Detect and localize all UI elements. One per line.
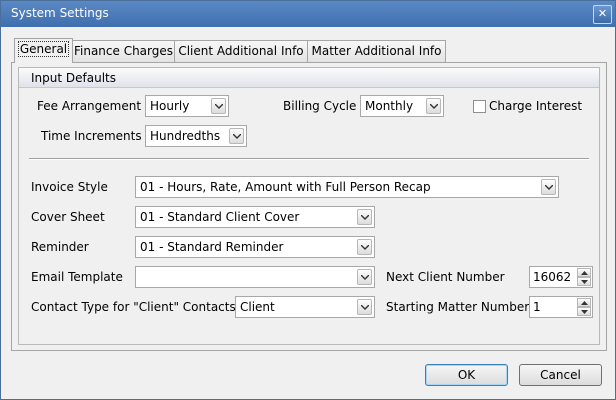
next-client-number-spinner[interactable]: 16062 bbox=[529, 266, 593, 288]
chevron-down-icon[interactable] bbox=[357, 209, 372, 225]
spin-up-icon[interactable] bbox=[577, 298, 591, 307]
system-settings-window: System Settings ✕ General Finance Charge… bbox=[0, 0, 616, 400]
chevron-down-icon[interactable] bbox=[211, 98, 226, 114]
charge-interest-label: Charge Interest bbox=[489, 99, 583, 113]
chevron-down-icon[interactable] bbox=[229, 128, 244, 144]
spin-arrows-icon bbox=[577, 268, 591, 286]
cover-sheet-value: 01 - Standard Client Cover bbox=[140, 210, 300, 224]
invoice-style-select[interactable]: 01 - Hours, Rate, Amount with Full Perso… bbox=[135, 176, 559, 198]
title-bar[interactable]: System Settings ✕ bbox=[1, 1, 615, 27]
tab-client-additional-info[interactable]: Client Additional Info bbox=[174, 40, 308, 62]
chevron-down-icon[interactable] bbox=[426, 98, 441, 114]
tab-finance-charges[interactable]: Finance Charges bbox=[72, 40, 175, 62]
chevron-down-icon[interactable] bbox=[357, 269, 372, 285]
tab-finance-charges-label: Finance Charges bbox=[73, 44, 174, 58]
fee-arrangement-value: Hourly bbox=[150, 99, 190, 113]
tab-general[interactable]: General bbox=[14, 38, 73, 63]
time-increments-label: Time Increments bbox=[41, 129, 142, 143]
next-client-number-label: Next Client Number bbox=[386, 270, 505, 284]
charge-interest-checkbox[interactable] bbox=[473, 100, 486, 113]
input-defaults-title: Input Defaults bbox=[31, 71, 116, 85]
starting-matter-number-label: Starting Matter Number bbox=[386, 300, 530, 314]
general-tab-panel: Input Defaults Fee Arrangement Hourly Bi… bbox=[11, 62, 607, 351]
cover-sheet-select[interactable]: 01 - Standard Client Cover bbox=[135, 206, 375, 228]
next-client-number-value: 16062 bbox=[533, 270, 572, 284]
tab-general-label: General bbox=[17, 41, 70, 57]
spin-arrows-icon bbox=[577, 298, 591, 316]
contact-type-label: Contact Type for "Client" Contacts bbox=[31, 300, 236, 314]
email-template-label: Email Template bbox=[31, 270, 123, 284]
section-divider bbox=[29, 158, 589, 160]
input-defaults-group: Input Defaults Fee Arrangement Hourly Bi… bbox=[18, 67, 600, 345]
fee-arrangement-label: Fee Arrangement bbox=[37, 99, 142, 113]
reminder-select[interactable]: 01 - Standard Reminder bbox=[135, 236, 375, 258]
billing-cycle-value: Monthly bbox=[365, 99, 414, 113]
time-increments-value: Hundredths bbox=[150, 129, 221, 143]
contact-type-value: Client bbox=[240, 300, 275, 314]
tab-matter-additional-info-label: Matter Additional Info bbox=[311, 44, 442, 58]
spin-down-icon[interactable] bbox=[577, 277, 591, 286]
chevron-down-icon[interactable] bbox=[357, 239, 372, 255]
billing-cycle-select[interactable]: Monthly bbox=[360, 95, 444, 117]
spin-up-icon[interactable] bbox=[577, 268, 591, 277]
chevron-down-icon[interactable] bbox=[357, 299, 372, 315]
cover-sheet-label: Cover Sheet bbox=[31, 210, 105, 224]
fee-arrangement-select[interactable]: Hourly bbox=[145, 95, 229, 117]
window-title: System Settings bbox=[11, 6, 109, 20]
invoice-style-label: Invoice Style bbox=[31, 180, 108, 194]
close-icon[interactable]: ✕ bbox=[593, 5, 612, 24]
ok-button[interactable]: OK bbox=[425, 364, 508, 386]
tab-client-additional-info-label: Client Additional Info bbox=[178, 44, 304, 58]
reminder-label: Reminder bbox=[31, 240, 89, 254]
starting-matter-number-spinner[interactable]: 1 bbox=[529, 296, 593, 318]
email-template-select[interactable] bbox=[135, 266, 375, 288]
starting-matter-number-value: 1 bbox=[533, 300, 541, 314]
spin-down-icon[interactable] bbox=[577, 307, 591, 316]
tab-matter-additional-info[interactable]: Matter Additional Info bbox=[307, 40, 446, 62]
input-defaults-header: Input Defaults bbox=[19, 68, 599, 88]
contact-type-select[interactable]: Client bbox=[235, 296, 375, 318]
invoice-style-value: 01 - Hours, Rate, Amount with Full Perso… bbox=[140, 180, 431, 194]
chevron-down-icon[interactable] bbox=[541, 179, 556, 195]
reminder-value: 01 - Standard Reminder bbox=[140, 240, 284, 254]
billing-cycle-label: Billing Cycle bbox=[283, 99, 357, 113]
cancel-button[interactable]: Cancel bbox=[519, 364, 602, 386]
time-increments-select[interactable]: Hundredths bbox=[145, 125, 247, 147]
